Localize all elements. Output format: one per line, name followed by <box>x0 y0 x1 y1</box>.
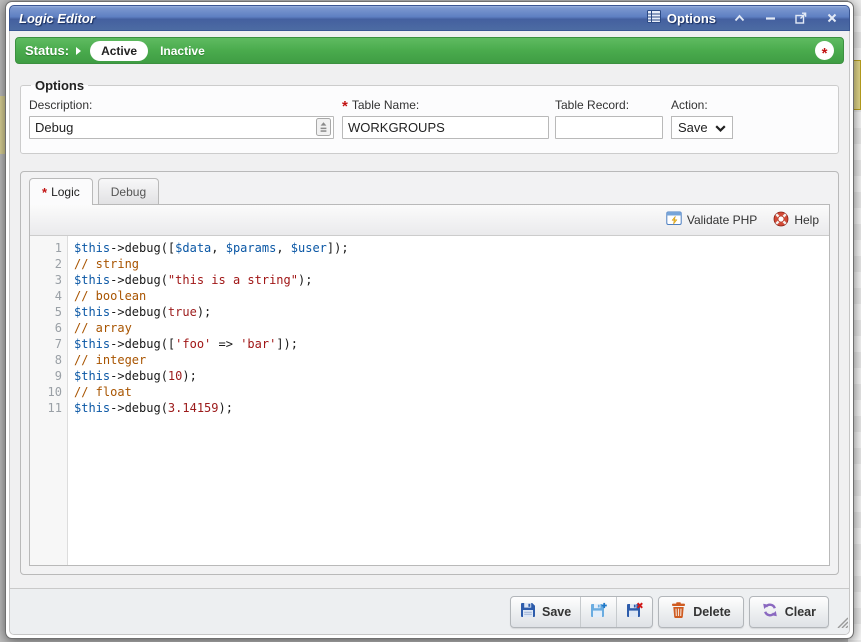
save-button-label: Save <box>542 605 571 619</box>
line-numbers: 1234567891011 <box>30 236 68 565</box>
save-close-floppy-icon <box>626 602 643 621</box>
tab-strip: * Logic Debug <box>29 178 830 204</box>
help-button[interactable]: Help <box>773 211 819 230</box>
delete-button-label: Delete <box>693 605 731 619</box>
table-record-input[interactable] <box>555 116 663 139</box>
description-input[interactable] <box>29 116 334 139</box>
code-line: // float <box>74 384 829 400</box>
tab-debug-label: Debug <box>111 185 146 199</box>
required-asterisk-icon: * <box>42 188 47 198</box>
footer-toolbar: Save Delete <box>10 588 849 634</box>
editor-tabs-panel: * Logic Debug Validate PHP <box>20 171 839 575</box>
table-name-input[interactable] <box>342 116 549 139</box>
action-field: Action: Save <box>671 98 733 139</box>
delete-button[interactable]: Delete <box>658 596 744 628</box>
line-number: 1 <box>30 240 62 256</box>
validate-php-label: Validate PHP <box>687 213 757 227</box>
line-number: 10 <box>30 384 62 400</box>
help-lifebuoy-icon <box>773 211 789 230</box>
options-menu-button[interactable]: Options <box>647 10 716 26</box>
line-number: 7 <box>30 336 62 352</box>
code-editor: Validate PHP Help 1234567891011 $this->d… <box>29 204 830 566</box>
refresh-icon <box>762 602 778 621</box>
table-record-field: Table Record: <box>555 98 663 139</box>
required-asterisk-icon: * <box>822 49 828 59</box>
code-line: // string <box>74 256 829 272</box>
window-title: Logic Editor <box>19 11 95 26</box>
save-button-group: Save <box>510 596 653 628</box>
save-close-button[interactable] <box>616 597 652 627</box>
list-icon <box>647 10 661 26</box>
code-area[interactable]: 1234567891011 $this->debug([$data, $para… <box>30 236 829 565</box>
save-new-button[interactable] <box>580 597 616 627</box>
description-label: Description: <box>29 98 92 112</box>
save-new-floppy-icon <box>590 602 607 621</box>
description-field: Description: <box>29 98 334 139</box>
close-icon[interactable] <box>824 10 840 26</box>
status-caret-icon <box>76 47 81 55</box>
options-menu-label: Options <box>667 11 716 26</box>
line-number: 11 <box>30 400 62 416</box>
trash-icon <box>671 602 686 621</box>
line-number: 4 <box>30 288 62 304</box>
popout-icon[interactable] <box>793 10 809 26</box>
save-button[interactable]: Save <box>511 597 580 627</box>
code-line: // array <box>74 320 829 336</box>
help-label: Help <box>794 213 819 227</box>
line-number: 5 <box>30 304 62 320</box>
chevron-down-icon <box>715 120 726 135</box>
line-number: 2 <box>30 256 62 272</box>
status-option-active[interactable]: Active <box>90 41 148 61</box>
tab-debug[interactable]: Debug <box>98 178 159 204</box>
code-line: // integer <box>74 352 829 368</box>
collapse-icon[interactable] <box>731 10 747 26</box>
editor-toolbar: Validate PHP Help <box>30 205 829 236</box>
action-select[interactable]: Save <box>671 116 733 139</box>
clear-button-label: Clear <box>785 605 816 619</box>
status-option-inactive[interactable]: Inactive <box>160 44 205 58</box>
clear-button[interactable]: Clear <box>749 596 829 628</box>
minimize-icon[interactable] <box>762 10 778 26</box>
table-name-field: * Table Name: <box>342 98 549 139</box>
status-bar: Status: Active Inactive * <box>15 37 844 64</box>
validate-php-button[interactable]: Validate PHP <box>666 211 757 229</box>
save-floppy-icon <box>520 602 536 621</box>
validate-php-icon <box>666 211 682 229</box>
line-number: 8 <box>30 352 62 368</box>
logic-editor-window: Logic Editor Options St <box>5 1 854 639</box>
code-line: $this->debug(10); <box>74 368 829 384</box>
status-label: Status: <box>25 43 69 58</box>
status-required-badge: * <box>815 41 834 60</box>
resize-grip[interactable] <box>835 615 848 633</box>
table-name-label: Table Name: <box>352 98 419 112</box>
titlebar[interactable]: Logic Editor Options <box>9 5 850 31</box>
line-number: 9 <box>30 368 62 384</box>
expand-field-icon[interactable] <box>316 118 331 136</box>
tab-logic[interactable]: * Logic <box>29 178 93 205</box>
code-lines[interactable]: $this->debug([$data, $params, $user]);//… <box>68 236 829 565</box>
options-panel-legend: Options <box>31 78 88 93</box>
action-label: Action: <box>671 98 708 112</box>
tab-logic-label: Logic <box>51 185 80 199</box>
code-line: $this->debug([$data, $params, $user]); <box>74 240 829 256</box>
code-line: $this->debug("this is a string"); <box>74 272 829 288</box>
code-line: $this->debug(3.14159); <box>74 400 829 416</box>
code-line: $this->debug(true); <box>74 304 829 320</box>
line-number: 3 <box>30 272 62 288</box>
code-line: // boolean <box>74 288 829 304</box>
line-number: 6 <box>30 320 62 336</box>
required-asterisk-icon: * <box>342 102 348 112</box>
options-panel: Options Description: * Table Name: Table … <box>20 78 839 154</box>
table-record-label: Table Record: <box>555 98 629 112</box>
action-select-value: Save <box>678 120 708 135</box>
code-line: $this->debug(['foo' => 'bar']); <box>74 336 829 352</box>
